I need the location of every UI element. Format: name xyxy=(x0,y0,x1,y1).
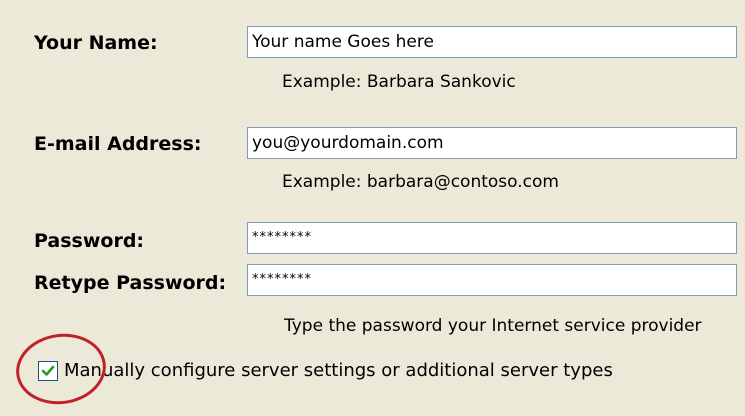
manual-config-label[interactable]: Manually configure server settings or ad… xyxy=(64,360,613,381)
email-address-label: E-mail Address: xyxy=(34,133,202,155)
checkmark-icon xyxy=(41,365,55,376)
your-name-example: Example: Barbara Sankovic xyxy=(282,72,516,92)
email-address-example: Example: barbara@contoso.com xyxy=(282,172,559,192)
email-address-input[interactable] xyxy=(247,127,737,159)
password-label: Password: xyxy=(34,230,145,252)
retype-password-label: Retype Password: xyxy=(34,272,227,294)
manual-config-checkbox[interactable] xyxy=(38,361,58,381)
retype-password-input[interactable]: ******** xyxy=(247,264,737,296)
password-input[interactable]: ******** xyxy=(247,222,737,254)
your-name-label: Your Name: xyxy=(34,32,158,54)
your-name-input[interactable] xyxy=(247,26,737,58)
password-hint: Type the password your Internet service … xyxy=(284,316,702,336)
